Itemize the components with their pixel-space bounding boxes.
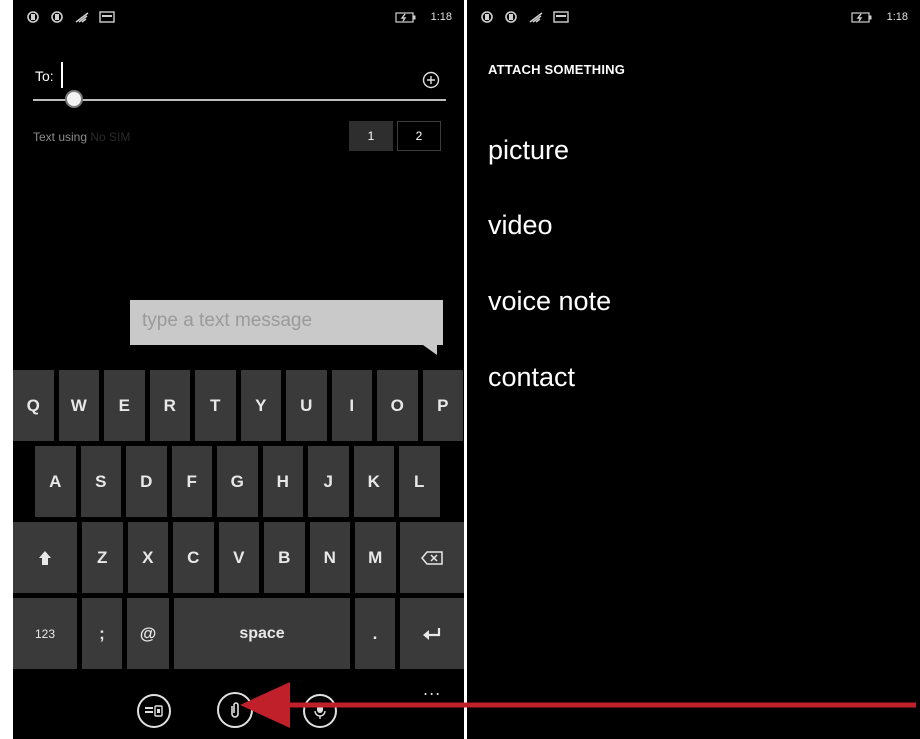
wifi-icon <box>529 11 543 23</box>
status-bar: 1:18 <box>481 8 908 26</box>
key-h[interactable]: H <box>262 446 303 517</box>
key-x[interactable]: X <box>127 522 168 593</box>
key-s[interactable]: S <box>80 446 121 517</box>
text-using-label: Text using <box>33 130 88 144</box>
enter-key[interactable] <box>400 598 464 669</box>
key-r[interactable]: R <box>149 370 190 441</box>
numbers-key[interactable]: 123 <box>13 598 77 669</box>
add-recipient-icon[interactable] <box>422 71 440 89</box>
battery-charging-icon <box>394 11 417 23</box>
key-y[interactable]: Y <box>240 370 281 441</box>
attach-option-voice-note[interactable]: voice note <box>488 286 611 317</box>
message-bubble-tail <box>423 345 437 355</box>
message-notification-icon <box>553 11 569 23</box>
key-i[interactable]: I <box>331 370 372 441</box>
sim2-signal-icon <box>505 11 519 23</box>
sim-2-button[interactable]: 2 <box>397 121 441 151</box>
text-using-sim[interactable]: No SIM <box>90 130 130 144</box>
attach-paperclip-icon[interactable] <box>217 692 253 728</box>
sim2-signal-icon <box>51 11 65 23</box>
attach-title: ATTACH SOMETHING <box>488 62 626 77</box>
sim-1-button[interactable]: 1 <box>349 121 393 151</box>
more-options-button[interactable]: ... <box>423 682 441 698</box>
key-u[interactable]: U <box>286 370 327 441</box>
key-n[interactable]: N <box>309 522 350 593</box>
compose-screen: 1:18 To: Text using No SIM 1 2 type a te… <box>13 0 464 739</box>
on-screen-keyboard: Q W E R T Y U I O P A S D F G H J K L Z X C V B N M 123; @ space. <box>13 368 464 739</box>
key-q[interactable]: Q <box>13 370 54 441</box>
to-label: To: <box>35 68 54 84</box>
space-key[interactable]: space <box>174 598 350 669</box>
status-right: 1:18 <box>394 11 452 23</box>
key-w[interactable]: W <box>58 370 99 441</box>
key-e[interactable]: E <box>104 370 145 441</box>
attach-option-contact[interactable]: contact <box>488 362 575 393</box>
backspace-key[interactable] <box>400 522 464 593</box>
attach-option-video[interactable]: video <box>488 210 553 241</box>
status-time: 1:18 <box>886 11 908 23</box>
status-time: 1:18 <box>430 11 452 23</box>
key-j[interactable]: J <box>308 446 349 517</box>
backspace-icon <box>421 550 443 565</box>
battery-charging-icon <box>850 11 873 23</box>
sim-switch-icon[interactable] <box>137 694 171 728</box>
selection-handle[interactable] <box>65 90 83 108</box>
message-input[interactable]: type a text message <box>130 300 443 345</box>
key-p[interactable]: P <box>422 370 463 441</box>
key-g[interactable]: G <box>217 446 258 517</box>
sim1-signal-icon <box>481 11 495 23</box>
key-o[interactable]: O <box>377 370 418 441</box>
shift-arrow-up-icon <box>37 549 53 567</box>
screenshot-stage: 1:18 To: Text using No SIM 1 2 type a te… <box>0 0 920 739</box>
microphone-icon[interactable] <box>303 694 337 728</box>
key-b[interactable]: B <box>264 522 305 593</box>
semicolon-key[interactable]: ; <box>82 598 122 669</box>
attach-screen: 1:18 ATTACH SOMETHING picture video voic… <box>467 0 920 739</box>
key-f[interactable]: F <box>171 446 212 517</box>
enter-icon <box>422 626 442 642</box>
key-c[interactable]: C <box>173 522 214 593</box>
message-notification-icon <box>99 11 115 23</box>
key-a[interactable]: A <box>35 446 76 517</box>
key-d[interactable]: D <box>126 446 167 517</box>
recipient-field[interactable] <box>33 99 446 101</box>
wifi-icon <box>75 11 89 23</box>
key-k[interactable]: K <box>353 446 394 517</box>
key-m[interactable]: M <box>355 522 396 593</box>
sim1-signal-icon <box>27 11 41 23</box>
text-caret <box>61 62 63 88</box>
key-z[interactable]: Z <box>82 522 123 593</box>
key-l[interactable]: L <box>399 446 440 517</box>
shift-key[interactable] <box>13 522 77 593</box>
status-right: 1:18 <box>850 11 908 23</box>
attach-option-picture[interactable]: picture <box>488 135 569 166</box>
period-key[interactable]: . <box>355 598 395 669</box>
key-v[interactable]: V <box>218 522 259 593</box>
status-bar: 1:18 <box>27 8 452 26</box>
text-using-row: Text using No SIM <box>33 130 130 144</box>
at-key[interactable]: @ <box>127 598 169 669</box>
key-t[interactable]: T <box>195 370 236 441</box>
